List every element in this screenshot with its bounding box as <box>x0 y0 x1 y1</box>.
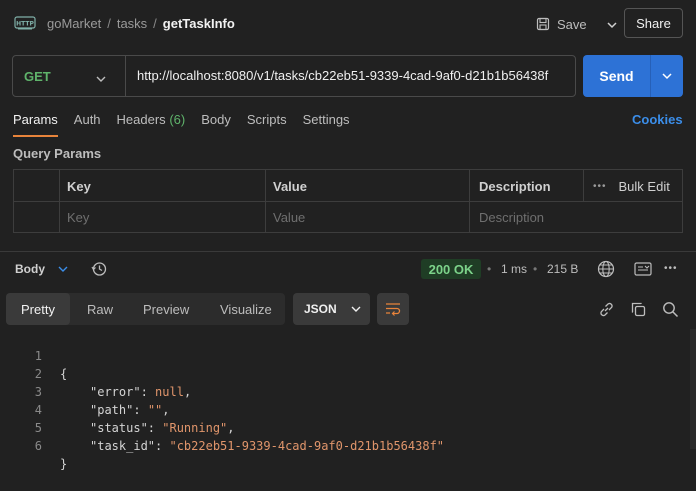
save-icon <box>536 17 550 31</box>
bulk-edit-button[interactable]: ••• Bulk Edit <box>593 179 670 194</box>
divider <box>14 201 682 202</box>
divider <box>469 170 470 232</box>
svg-text:HTTP: HTTP <box>16 21 34 28</box>
column-header-value: Value <box>273 179 307 194</box>
chevron-down-icon[interactable] <box>607 17 617 32</box>
method-select[interactable]: GET <box>13 56 123 96</box>
globe-icon[interactable] <box>597 260 615 281</box>
params-table: Key Value Description ••• Bulk Edit Key … <box>13 169 683 233</box>
breadcrumb-workspace[interactable]: goMarket <box>47 16 101 31</box>
send-button-group: Send <box>583 55 683 97</box>
tab-pretty[interactable]: Pretty <box>6 293 70 325</box>
line-number: 6 <box>34 439 42 453</box>
response-body-label: Body <box>15 262 45 276</box>
code-line: 4 "status": "Running", <box>0 383 690 435</box>
brace: } <box>60 457 68 471</box>
link-icon[interactable] <box>598 301 615 321</box>
tab-raw[interactable]: Raw <box>87 293 113 325</box>
divider <box>125 56 126 96</box>
dot-separator: • <box>487 262 492 276</box>
save-button[interactable]: Save <box>530 10 618 38</box>
breadcrumb-request-name[interactable]: getTaskInfo <box>163 16 235 31</box>
divider <box>265 170 266 232</box>
column-header-key: Key <box>67 179 91 194</box>
code-line: 5 "task_id": "cb22eb51-9339-4cad-9af0-d2… <box>0 401 690 453</box>
tab-headers-label: Headers <box>116 112 166 127</box>
response-time[interactable]: 1 ms <box>501 262 527 276</box>
http-request-icon: HTTP <box>14 13 36 33</box>
save-example-icon[interactable] <box>634 262 652 279</box>
search-icon[interactable] <box>662 301 679 321</box>
tab-auth[interactable]: Auth <box>74 112 101 137</box>
tab-body[interactable]: Body <box>201 112 231 137</box>
chevron-down-icon <box>58 262 68 276</box>
history-icon[interactable] <box>91 261 107 280</box>
wrap-lines-button[interactable] <box>377 293 409 325</box>
format-label: JSON <box>304 302 337 316</box>
code-line: 3 "path": "", <box>0 365 690 417</box>
divider <box>583 170 584 201</box>
copy-icon[interactable] <box>630 301 647 321</box>
code-text: } <box>60 455 67 473</box>
request-tabs: Params Auth Headers (6) Body Scripts Set… <box>13 112 366 137</box>
save-label: Save <box>557 16 587 32</box>
tab-headers[interactable]: Headers (6) <box>117 112 186 137</box>
response-view-tabs: Pretty Raw Preview Visualize <box>6 293 285 325</box>
url-input[interactable]: http://localhost:8080/v1/tasks/cb22eb51-… <box>137 68 548 83</box>
share-button[interactable]: Share <box>624 8 683 38</box>
pane-divider[interactable] <box>0 251 696 252</box>
description-input[interactable]: Description <box>479 210 544 225</box>
code-line: 6 } <box>0 419 690 471</box>
send-options-chevron-icon[interactable] <box>651 55 683 97</box>
chevron-down-icon <box>96 71 106 86</box>
dot-separator: • <box>533 262 538 276</box>
tab-params[interactable]: Params <box>13 112 58 137</box>
code-line: 2 "error": null, <box>0 347 690 399</box>
column-header-description: Description <box>479 179 551 194</box>
status-badge[interactable]: 200 OK <box>421 259 481 279</box>
response-size[interactable]: 215 B <box>547 262 578 276</box>
headers-count-badge: (6) <box>169 112 186 127</box>
breadcrumb: goMarket / tasks / getTaskInfo <box>47 16 235 31</box>
tab-scripts[interactable]: Scripts <box>247 112 287 137</box>
method-label: GET <box>24 68 51 84</box>
breadcrumb-folder[interactable]: tasks <box>117 16 147 31</box>
chevron-down-icon <box>351 302 361 316</box>
more-options-icon[interactable]: ••• <box>664 263 678 274</box>
tab-settings[interactable]: Settings <box>303 112 350 137</box>
json-key: "task_id" <box>90 439 156 453</box>
code-line: 1 { <box>0 329 690 381</box>
key-input[interactable]: Key <box>67 210 89 225</box>
json-value: "cb22eb51-9339-4cad-9af0-d21b1b56438f" <box>169 439 445 453</box>
response-body-select[interactable]: Body <box>15 262 68 276</box>
value-input[interactable]: Value <box>273 210 305 225</box>
divider <box>59 170 60 232</box>
send-button[interactable]: Send <box>583 55 650 97</box>
scrollbar[interactable] <box>690 329 696 449</box>
url-bar: GET http://localhost:8080/v1/tasks/cb22e… <box>12 55 576 97</box>
tab-preview[interactable]: Preview <box>143 293 189 325</box>
query-params-title: Query Params <box>13 146 102 161</box>
more-horizontal-icon: ••• <box>593 181 607 192</box>
tab-visualize[interactable]: Visualize <box>220 293 272 325</box>
bulk-edit-label: Bulk Edit <box>618 179 670 194</box>
wrap-icon <box>385 302 401 319</box>
format-select[interactable]: JSON <box>293 293 370 325</box>
cookies-link[interactable]: Cookies <box>632 112 683 127</box>
code-text: "task_id": "cb22eb51-9339-4cad-9af0-d21b… <box>90 439 445 453</box>
